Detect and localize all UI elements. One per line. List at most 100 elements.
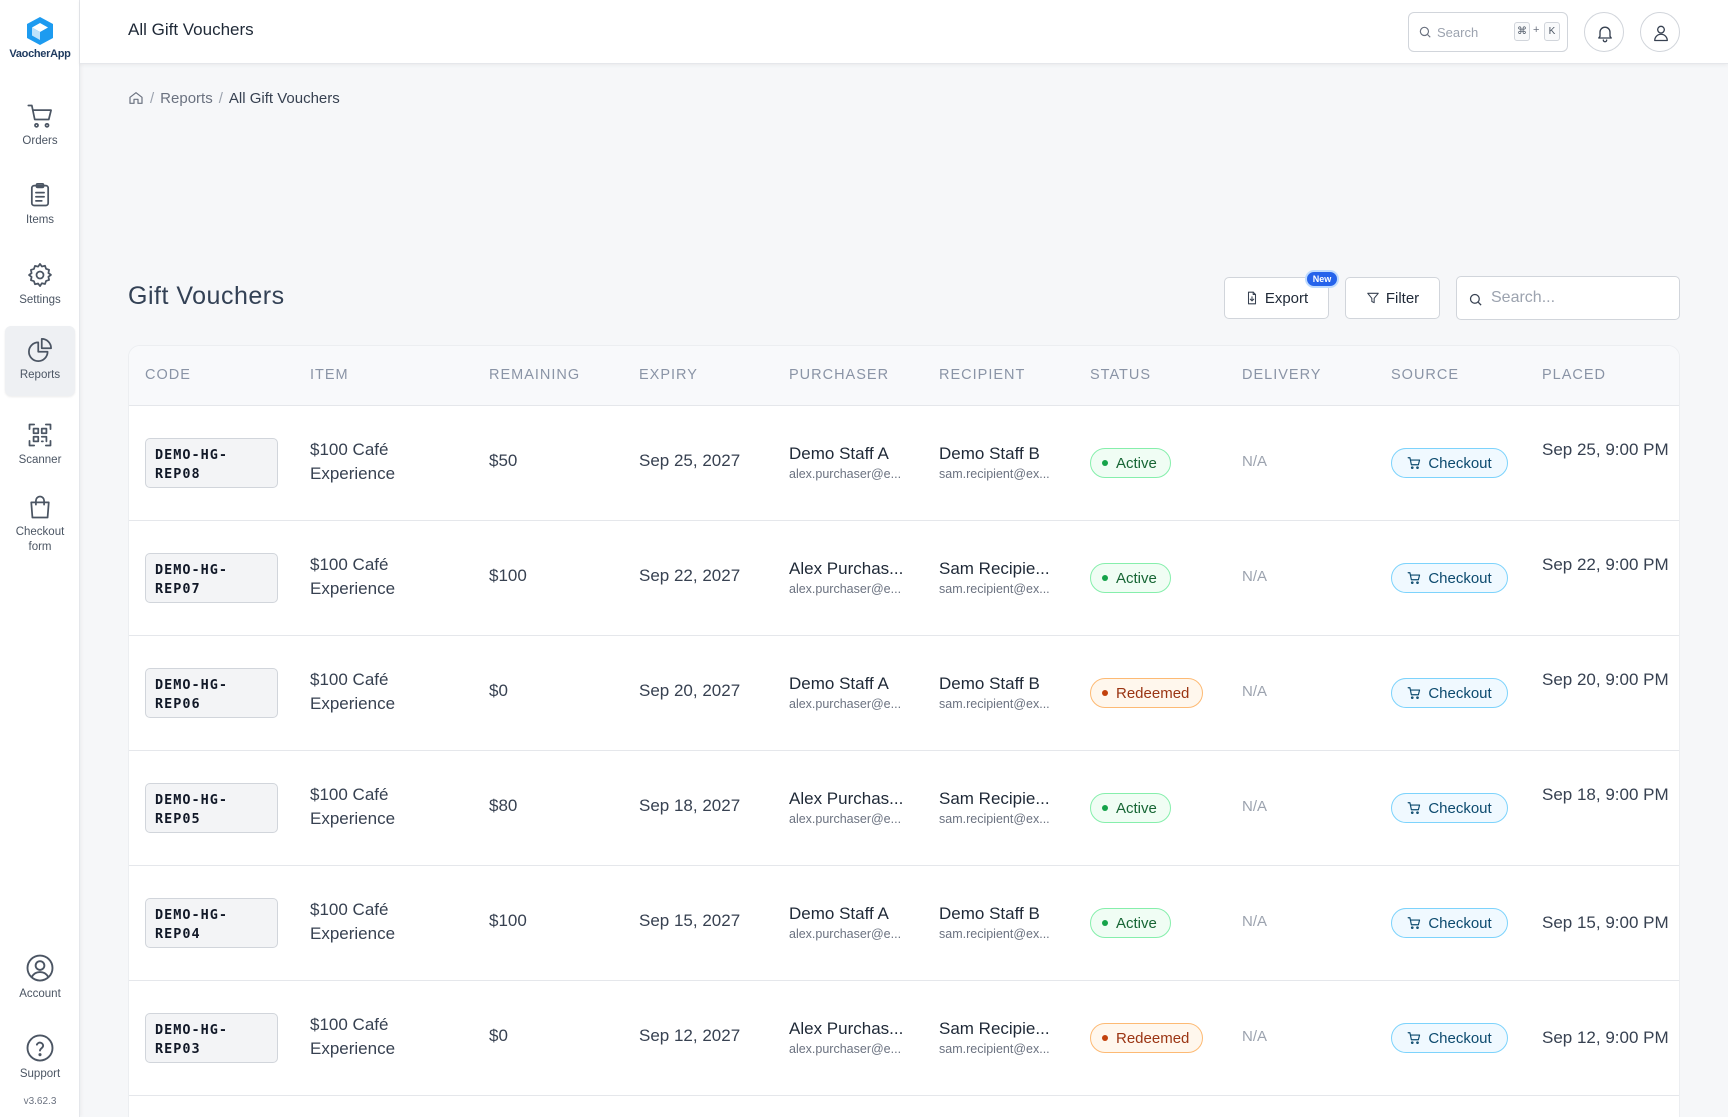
source-label: Checkout: [1428, 914, 1492, 932]
sidebar-item-label: Settings: [19, 294, 61, 306]
sidebar-item-checkout-form[interactable]: Checkout form: [5, 483, 75, 557]
status-label: Active: [1116, 799, 1157, 817]
column-header-item[interactable]: ITEM: [310, 367, 349, 383]
item-name: $100 Café Experience: [310, 440, 396, 483]
source-checkout-button[interactable]: Checkout: [1391, 1023, 1508, 1053]
placed-date: Sep 18, 9:00 PM: [1542, 785, 1669, 804]
export-label: Export: [1264, 289, 1309, 307]
purchaser-cell: Demo Staff A alex.purchaser@e...: [789, 904, 907, 941]
table-row[interactable]: DEMO-HG- REP03 $100 Café Experience $0 Sep …: [129, 981, 1679, 1096]
recipient-email: sam.recipient@ex...: [939, 697, 1050, 711]
status-dot: [1102, 805, 1108, 811]
voucher-code: DEMO-HG- REP08: [145, 438, 278, 488]
table-row[interactable]: DEMO-HG- REP08 $100 Café Experience $50 Sep…: [129, 406, 1679, 521]
recipient-cell: Sam Recipie... sam.recipient@ex...: [939, 789, 1057, 826]
filter-button[interactable]: Filter: [1345, 277, 1440, 319]
sidebar-item-account[interactable]: Account: [5, 943, 75, 1011]
source-checkout-button[interactable]: Checkout: [1391, 678, 1508, 708]
column-header-remaining[interactable]: REMAINING: [489, 367, 580, 383]
status-badge: Redeemed: [1090, 1023, 1204, 1053]
delivery-value: N/A: [1242, 683, 1268, 700]
user-icon: [1654, 25, 1668, 42]
sidebar-item-support[interactable]: Support: [5, 1023, 75, 1091]
voucher-code: DEMO-HG- REP04: [145, 898, 278, 948]
table-row[interactable]: DEMO-HG- REP04 $100 Café Experience $100 Se…: [129, 866, 1679, 981]
app-version: v3.62.3: [23, 1096, 57, 1107]
breadcrumb-separator: /: [150, 89, 155, 107]
voucher-code: DEMO-HG- REP05: [145, 783, 278, 833]
status-badge: Active: [1090, 563, 1171, 593]
cart-icon: [1407, 457, 1421, 470]
cart-icon: [27, 104, 52, 128]
placed-date: Sep 20, 9:00 PM: [1542, 670, 1669, 689]
column-header-source[interactable]: SOURCE: [1391, 367, 1459, 383]
column-header-recipient[interactable]: RECIPIENT: [939, 367, 1025, 383]
column-header-code[interactable]: CODE: [145, 367, 191, 383]
column-header-status[interactable]: STATUS: [1090, 367, 1151, 383]
sidebar-item-settings[interactable]: Settings: [5, 251, 75, 319]
sidebar-item-label: Reports: [19, 369, 61, 381]
shopping-bag-icon: [30, 495, 50, 519]
global-search-input[interactable]: Search ⌘ + K: [1408, 12, 1568, 52]
remaining-value: $50: [489, 451, 518, 470]
cart-icon: [1407, 1032, 1421, 1045]
section-title: Gift Vouchers: [128, 282, 285, 310]
recipient-cell: Demo Staff B sam.recipient@ex...: [939, 904, 1057, 941]
source-checkout-button[interactable]: Checkout: [1391, 908, 1508, 938]
breadcrumb-link-reports[interactable]: Reports: [160, 90, 213, 107]
clipboard-icon: [30, 183, 50, 207]
file-export-icon: [1247, 291, 1256, 305]
recipient-cell: Demo Staff B sam.recipient@ex...: [939, 444, 1057, 481]
table-row[interactable]: DEMO-HG- REP07 $100 Café Experience $100 Se…: [129, 521, 1679, 636]
purchaser-email: alex.purchaser@e...: [789, 697, 902, 711]
table-row[interactable]: DEMO-HG- REP06 $100 Café Experience $0 Sep …: [129, 636, 1679, 751]
table-row[interactable]: DEMO-HG- REP05 $100 Café Experience $80 Sep…: [129, 751, 1679, 866]
app-logo[interactable]: VaocherApp: [0, 16, 80, 60]
column-header-placed[interactable]: PLACED: [1542, 367, 1606, 383]
sidebar-item-scanner[interactable]: Scanner: [5, 411, 75, 479]
sidebar-item-label: Support: [19, 1068, 61, 1080]
purchaser-cell: Demo Staff A alex.purchaser@e...: [789, 444, 907, 481]
recipient-email: sam.recipient@ex...: [939, 582, 1050, 596]
recipient-name: Sam Recipie...: [939, 1019, 1050, 1038]
recipient-cell: Sam Recipie... sam.recipient@ex...: [939, 1019, 1057, 1056]
remaining-value: $0: [489, 681, 508, 700]
source-label: Checkout: [1428, 569, 1492, 587]
app-name: VaocherApp: [9, 48, 71, 60]
recipient-cell: Demo Staff B sam.recipient@ex...: [939, 674, 1057, 711]
table-search-input[interactable]: [1491, 287, 1671, 309]
source-checkout-button[interactable]: Checkout: [1391, 793, 1508, 823]
home-icon[interactable]: [128, 90, 144, 106]
shortcut-key-k: K: [1544, 22, 1560, 41]
notifications-button[interactable]: [1584, 12, 1624, 52]
status-dot: [1102, 575, 1108, 581]
placed-date: Sep 22, 9:00 PM: [1542, 555, 1669, 574]
column-header-expiry[interactable]: EXPIRY: [639, 367, 698, 383]
placed-date: Sep 12, 9:00 PM: [1542, 1028, 1669, 1047]
help-circle-icon: [26, 1034, 54, 1062]
user-menu-button[interactable]: [1640, 12, 1680, 52]
source-checkout-button[interactable]: Checkout: [1391, 448, 1508, 478]
column-header-delivery[interactable]: DELIVERY: [1242, 367, 1321, 383]
column-header-purchaser[interactable]: PURCHASER: [789, 367, 889, 383]
remaining-value: $100: [489, 911, 527, 930]
source-checkout-button[interactable]: Checkout: [1391, 563, 1508, 593]
sidebar-item-reports[interactable]: Reports: [5, 326, 75, 396]
delivery-value: N/A: [1242, 453, 1268, 470]
purchaser-cell: Alex Purchas... alex.purchaser@e...: [789, 1019, 907, 1056]
recipient-name: Sam Recipie...: [939, 559, 1050, 578]
status-badge: Active: [1090, 793, 1171, 823]
sidebar-item-items[interactable]: Items: [5, 171, 75, 239]
sidebar-item-orders[interactable]: Orders: [5, 92, 75, 160]
delivery-value: N/A: [1242, 1028, 1268, 1045]
purchaser-email: alex.purchaser@e...: [789, 927, 902, 941]
status-label: Active: [1116, 569, 1157, 587]
purchaser-cell: Demo Staff A alex.purchaser@e...: [789, 674, 907, 711]
voucher-code: DEMO-HG- REP07: [145, 553, 278, 603]
purchaser-name: Demo Staff A: [789, 674, 889, 693]
recipient-email: sam.recipient@ex...: [939, 812, 1050, 826]
top-bar: All Gift Vouchers Search ⌘ + K: [80, 0, 1728, 64]
remaining-value: $100: [489, 566, 527, 585]
breadcrumb: / Reports / All Gift Vouchers: [128, 88, 340, 108]
new-badge: New: [1305, 270, 1339, 288]
